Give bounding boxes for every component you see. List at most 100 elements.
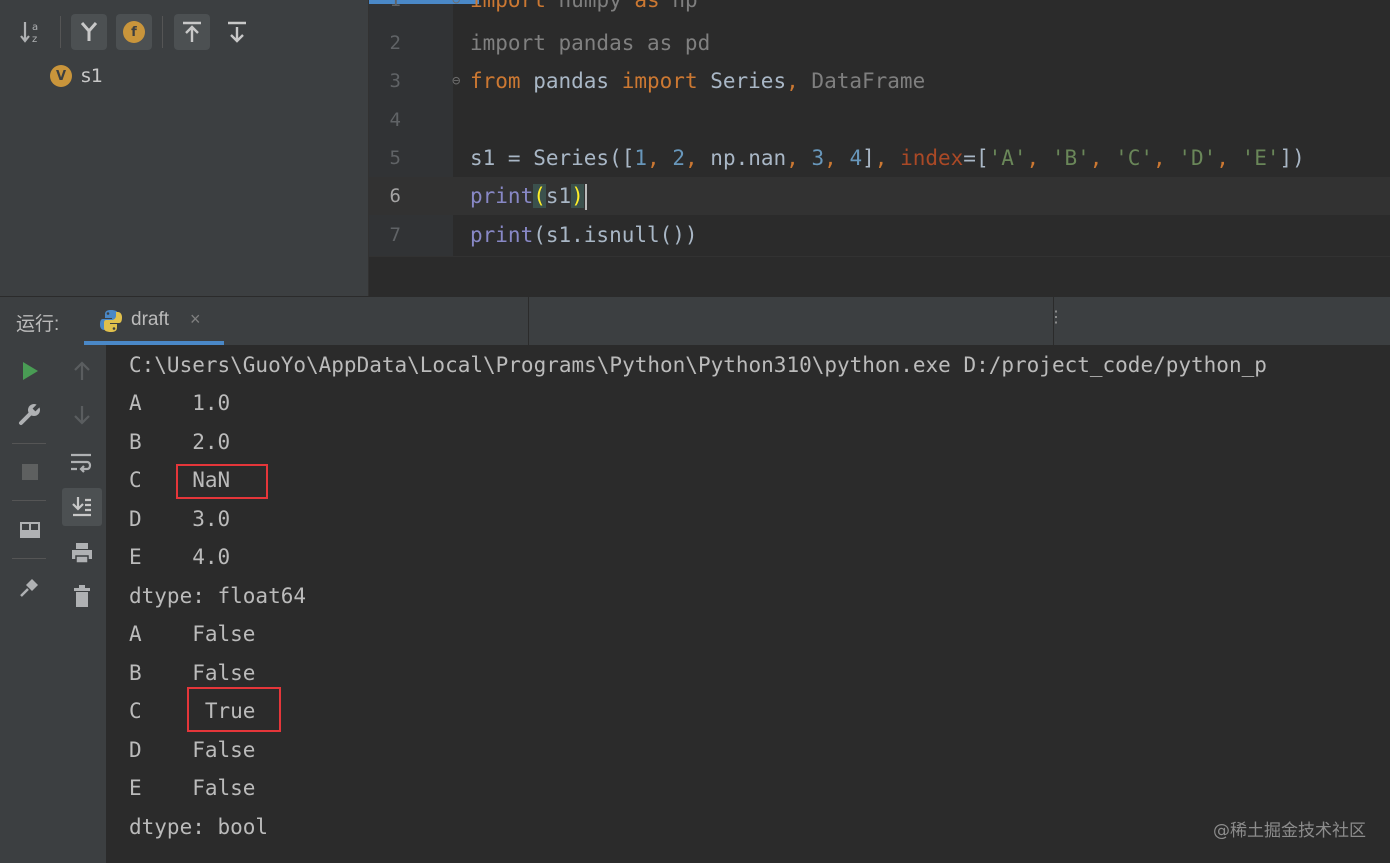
fold-marker-icon[interactable]: ⊖ (452, 62, 460, 100)
editor-empty-area (369, 256, 1390, 296)
stop-button[interactable] (12, 454, 48, 490)
console-output-line: A False (129, 619, 255, 649)
show-fields-button[interactable]: f (116, 14, 152, 50)
fold-marker-icon[interactable]: ⊖ (452, 0, 460, 19)
layout-icon (20, 522, 40, 538)
sort-alpha-icon: a z (20, 22, 38, 45)
trash-icon (74, 585, 90, 607)
show-inherited-button[interactable] (71, 14, 107, 50)
code-text: from pandas import Series, DataFrame (470, 69, 926, 93)
run-tab-title: draft (131, 309, 170, 330)
line-number: 5 (389, 147, 401, 169)
series-index: E (129, 545, 142, 569)
pin-icon (20, 579, 38, 597)
isnull-value: False (192, 776, 256, 800)
inherited-icon (80, 22, 98, 41)
console-output-line: D 3.0 (129, 504, 230, 534)
structure-item-label: s1 (81, 65, 103, 87)
code-line[interactable]: 7 print(s1.isnull()) (369, 216, 1390, 254)
console-dtype-line: dtype: float64 (129, 584, 307, 608)
console-output-line: B 2.0 (129, 427, 230, 457)
console-output-line: A 1.0 (129, 388, 230, 418)
series-index: D (129, 507, 142, 531)
console-command-line: C:\Users\GuoYo\AppData\Local\Programs\Py… (129, 353, 1267, 377)
isnull-index: B (129, 661, 142, 685)
stop-icon (22, 464, 38, 480)
series-value: 3.0 (192, 507, 231, 531)
soft-wrap-button[interactable] (64, 444, 100, 480)
code-text: import pandas as pd (470, 31, 711, 55)
scroll-to-top-icon (183, 21, 201, 42)
sort-alphabetically-button[interactable]: a z (14, 14, 50, 50)
run-tool-window-header: 运行: draft × ⋮ (0, 296, 1390, 346)
svg-text:z: z (32, 34, 37, 45)
previous-occurrence-button[interactable] (64, 353, 100, 389)
layout-button[interactable] (12, 512, 48, 548)
next-occurrence-button[interactable] (64, 397, 100, 433)
console-output-line: E False (129, 773, 255, 803)
scroll-to-end-button[interactable] (62, 488, 102, 526)
arrow-up-icon (74, 361, 90, 380)
modify-config-button[interactable] (12, 396, 48, 432)
isnull-index: A (129, 622, 142, 646)
close-tab-icon[interactable]: × (190, 309, 201, 330)
console-output-line: D False (129, 735, 255, 765)
true-highlight-box (187, 687, 281, 732)
expand-all-button[interactable] (174, 14, 210, 50)
line-number: 7 (389, 224, 401, 246)
isnull-index: C (129, 699, 142, 723)
soft-wrap-icon (71, 453, 92, 473)
code-text: print(s1) (470, 177, 587, 215)
console-output-line: E 4.0 (129, 542, 230, 572)
nan-highlight-box (176, 464, 268, 499)
isnull-index: E (129, 776, 142, 800)
line-number: 2 (389, 32, 401, 54)
pin-tab-button[interactable] (12, 569, 48, 605)
isnull-index: D (129, 738, 142, 762)
arrow-down-icon (74, 406, 90, 425)
run-toolbar-primary (0, 345, 59, 863)
code-text: s1 = Series([1, 2, np.nan, 3, 4], index=… (470, 146, 1305, 170)
isnull-value: False (192, 622, 256, 646)
console-dtype-line: dtype: bool (129, 815, 269, 839)
code-editor[interactable]: 1 ⊖ import numpy as np 2 import pandas a… (369, 0, 1390, 296)
code-line[interactable]: 4 (369, 101, 1390, 139)
series-index: B (129, 430, 142, 454)
code-line[interactable]: 5 s1 = Series([1, 2, np.nan, 3, 4], inde… (369, 139, 1390, 177)
series-value: 2.0 (192, 430, 231, 454)
code-line[interactable]: 3 ⊖ from pandas import Series, DataFrame (369, 62, 1390, 100)
field-icon: f (123, 21, 145, 43)
scroll-to-end-icon (72, 497, 91, 517)
more-options-icon[interactable]: ⋮ (1048, 307, 1064, 326)
watermark: @稀土掘金技术社区 (1213, 821, 1366, 841)
code-line[interactable]: 1 ⊖ import numpy as np (369, 0, 1390, 19)
line-number: 1 (389, 0, 401, 11)
series-value: 4.0 (192, 545, 231, 569)
code-line[interactable]: 2 import pandas as pd (369, 24, 1390, 62)
svg-text:a: a (32, 22, 38, 33)
console-output-line: B False (129, 658, 255, 688)
line-number: 3 (389, 70, 401, 92)
structure-toolbar: a z f (0, 0, 368, 60)
clear-all-button[interactable] (64, 578, 100, 614)
code-line-current[interactable]: 6 print(s1) (369, 177, 1390, 215)
structure-item-s1[interactable]: V s1 (50, 64, 103, 88)
run-console[interactable]: C:\Users\GuoYo\AppData\Local\Programs\Py… (107, 345, 1390, 863)
wrench-icon (19, 402, 42, 425)
run-label: 运行: (16, 314, 60, 335)
python-icon (100, 310, 122, 332)
collapse-all-button[interactable] (219, 14, 255, 50)
rerun-button[interactable] (12, 353, 48, 389)
series-index: A (129, 391, 142, 415)
code-text: print(s1.isnull()) (470, 223, 698, 247)
run-icon (23, 362, 38, 380)
series-value: 1.0 (192, 391, 231, 415)
structure-panel: a z f V s1 (0, 0, 369, 296)
line-number: 6 (389, 185, 401, 207)
run-toolbar-secondary (58, 345, 107, 863)
print-button[interactable] (64, 535, 100, 571)
variable-icon: V (50, 65, 72, 87)
scroll-to-bottom-icon (228, 21, 246, 43)
code-text: import numpy as np (470, 0, 698, 12)
run-tab-draft[interactable]: draft × (84, 297, 224, 345)
